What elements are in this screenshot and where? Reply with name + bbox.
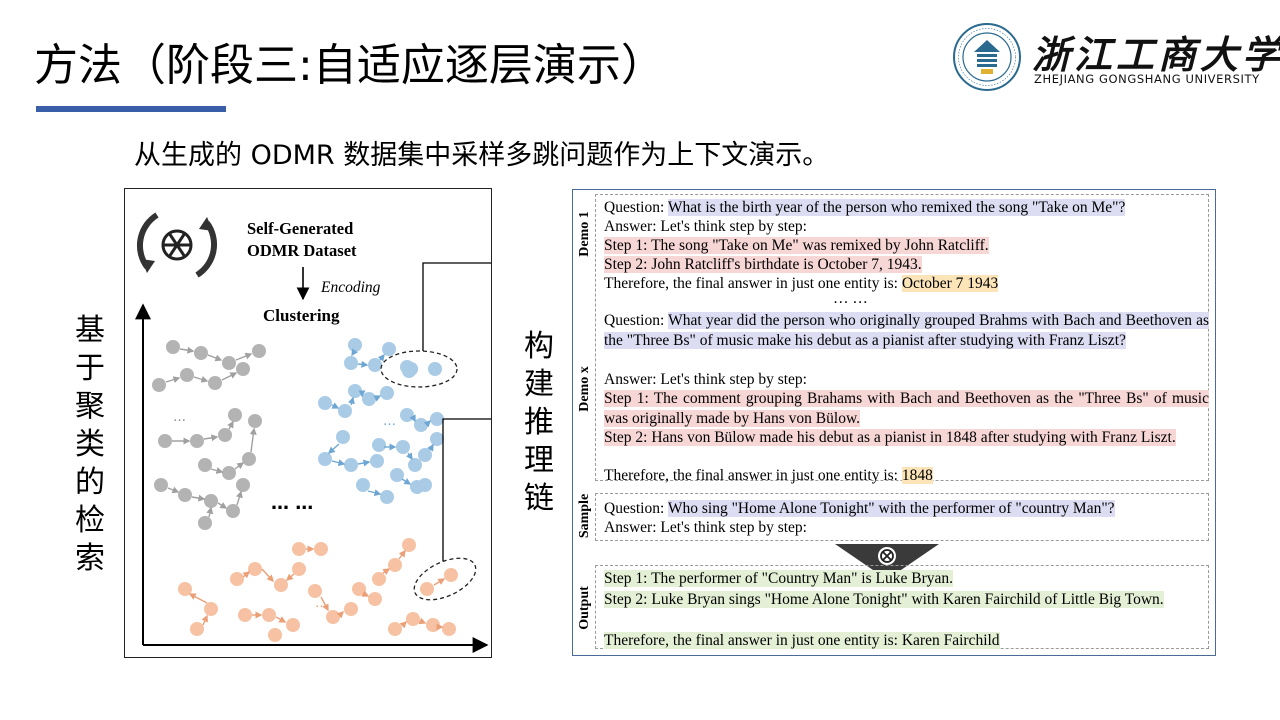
demox-step1: Step 1: The comment grouping Brahams wit… — [604, 390, 1209, 427]
blue-ellipsis: … — [383, 414, 396, 429]
orange-sample-ellipse — [413, 557, 477, 601]
output-step1: Step 1: The performer of "Country Man" i… — [604, 570, 953, 587]
vertical-char: 构 — [524, 329, 554, 364]
demo1-final: Therefore, the final answer in just one … — [604, 275, 999, 292]
connector-top — [422, 262, 491, 351]
demox-final: Therefore, the final answer in just one … — [604, 467, 933, 484]
clustering-panel: Self-Generated ODMR Dataset Encoding Clu… — [124, 188, 492, 658]
demox-label: Demo x — [577, 366, 592, 412]
sample-question: Question: Who sing "Home Alone Tonight" … — [604, 500, 1115, 517]
sample-label: Sample — [577, 493, 592, 539]
sample-answer-intro: Answer: Let's think step by step: — [604, 519, 807, 536]
reasoning-chain-vertical-label: 构 建 推 理 链 — [522, 328, 556, 518]
cluster-ellipsis: … … — [271, 493, 313, 514]
demox-question: Question: What year did the person who o… — [604, 312, 1209, 349]
demox-answer-intro: Answer: Let's think step by step: — [604, 371, 807, 388]
university-name-cn: 浙江工商大学 — [1032, 32, 1280, 77]
blue-sample-ellipse — [380, 350, 458, 388]
vertical-char: 的 — [75, 465, 105, 500]
vertical-char: 索 — [75, 541, 105, 576]
vertical-char: 链 — [524, 481, 554, 516]
vertical-char: 理 — [524, 443, 554, 478]
demo-ellipsis: … … — [833, 290, 868, 307]
demo1-step1: Step 1: The song "Take on Me" was remixe… — [604, 237, 989, 254]
orange-ellipsis: … — [315, 596, 328, 611]
dataset-label-line2: ODMR Dataset — [247, 241, 357, 260]
slide-subtitle: 从生成的 ODMR 数据集中采样多跳问题作为上下文演示。 — [134, 140, 830, 171]
gray-ellipsis: … — [173, 410, 186, 425]
university-seal-icon — [953, 23, 1021, 91]
university-name-en: ZHEJIANG GONGSHANG UNIVERSITY — [1034, 72, 1260, 86]
output-label: Output — [577, 586, 592, 630]
gray-cluster — [152, 340, 266, 530]
demo1-answer-intro: Answer: Let's think step by step: — [604, 218, 807, 235]
demo1-question-text: What is the birth year of the person who… — [667, 199, 1126, 216]
demox-final-answer: 1848 — [901, 467, 933, 484]
vertical-char: 检 — [75, 503, 105, 538]
demox-question-text: What year did the person who originally … — [604, 312, 1209, 349]
clustering-label: Clustering — [263, 306, 340, 325]
demo1-label: Demo 1 — [577, 211, 592, 257]
page-title: 方法（阶段三:自适应逐层演示） — [34, 40, 665, 91]
demonstration-panel: Demo 1 Demo x Question: What is the birt… — [572, 189, 1216, 656]
vertical-char: 基 — [75, 313, 105, 348]
vertical-char: 聚 — [75, 389, 105, 424]
vertical-char: 推 — [524, 405, 554, 440]
encoding-label: Encoding — [320, 279, 381, 296]
university-logo: 浙江工商大学 ZHEJIANG GONGSHANG UNIVERSITY — [952, 22, 1280, 92]
output-step2: Step 2: Luke Bryan sings "Home Alone Ton… — [604, 591, 1164, 608]
vertical-char: 类 — [75, 427, 105, 462]
vertical-char: 于 — [75, 351, 105, 386]
demo1-question: Question: What is the birth year of the … — [604, 199, 1126, 216]
blue-cluster — [318, 338, 444, 504]
sample-question-text: Who sing "Home Alone Tonight" with the p… — [667, 500, 1115, 517]
connector-bottom — [442, 418, 491, 561]
demox-step2: Step 2: Hans von Bülow made his debut as… — [604, 429, 1176, 446]
title-underline — [36, 106, 226, 112]
llm-logo-icon — [137, 212, 217, 278]
retrieval-vertical-label: 基 于 聚 类 的 检 索 — [73, 312, 107, 578]
demo1-step2: Step 2: John Ratcliff's birthdate is Oct… — [604, 256, 922, 273]
output-final: Therefore, the final answer in just one … — [604, 632, 1000, 649]
demo1-final-answer: October 7 1943 — [901, 275, 999, 292]
orange-cluster — [178, 538, 458, 642]
vertical-char: 建 — [524, 367, 554, 402]
dataset-label-line1: Self-Generated — [247, 219, 353, 238]
